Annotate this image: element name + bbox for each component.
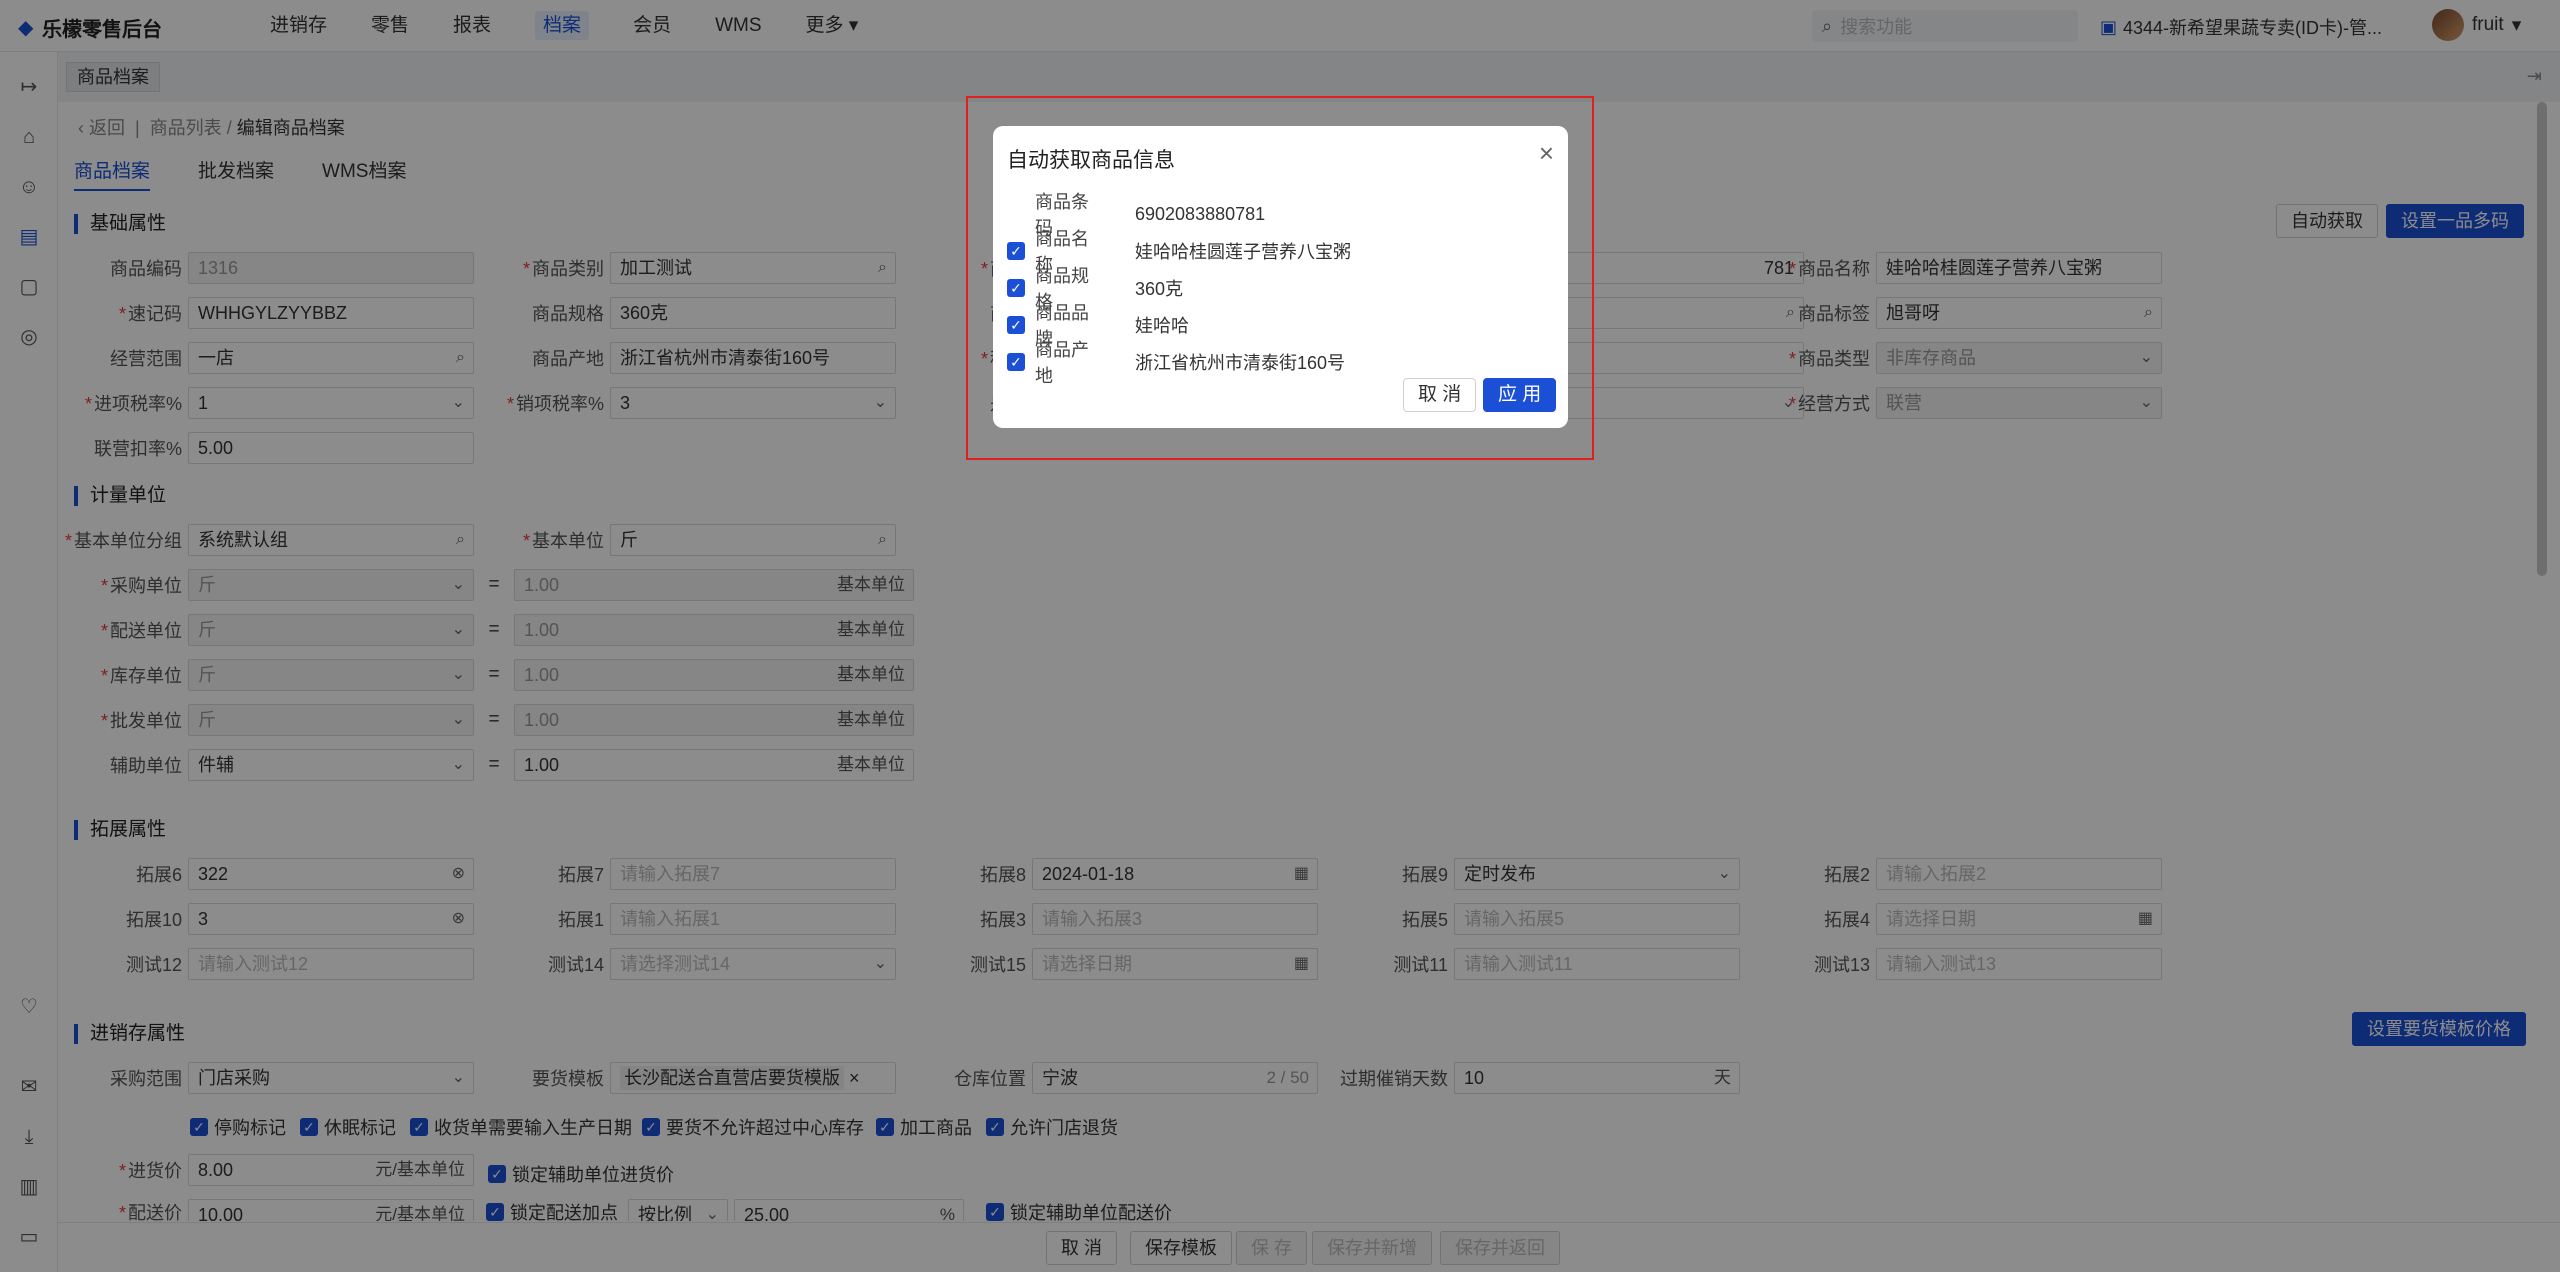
close-icon[interactable]: × [1539,140,1554,166]
dialog-cancel-button[interactable]: 取 消 [1403,378,1477,412]
check-icon[interactable]: ✓ [1007,279,1025,297]
check-icon[interactable]: ✓ [1007,353,1025,371]
check-icon[interactable]: ✓ [1007,242,1025,260]
fetch-row-origin[interactable]: ✓ 商品产地 浙江省杭州市清泰街160号 [1007,336,1345,388]
apply-button[interactable]: 应 用 [1483,378,1557,412]
auto-fetch-dialog: 自动获取商品信息 × 商品条码 6902083880781 ✓ 商品名称 娃哈哈… [993,126,1568,428]
check-icon[interactable]: ✓ [1007,316,1025,334]
dialog-title: 自动获取商品信息 [1007,149,1175,172]
